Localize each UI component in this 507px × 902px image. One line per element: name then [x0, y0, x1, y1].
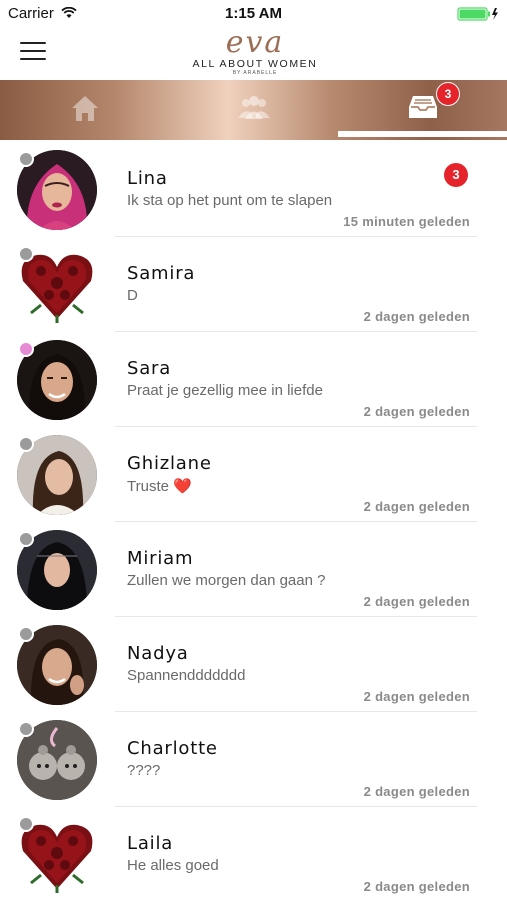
home-icon	[71, 96, 98, 121]
logo-tagline: ALL ABOUT WOMEN	[192, 58, 318, 70]
contact-name: Nadya	[127, 643, 189, 664]
contact-name: Charlotte	[127, 738, 218, 759]
last-message: ????	[127, 762, 161, 779]
app-header: eva ALL ABOUT WOMEN BY ARABELLE	[0, 28, 507, 80]
message-time: 2 dagen geleden	[363, 309, 470, 324]
contact-name: Miriam	[127, 548, 194, 569]
app-logo: eva ALL ABOUT WOMEN BY ARABELLE	[180, 28, 330, 80]
conversation-row-lina[interactable]: Lina 3 Ik sta op het punt om te slapen 1…	[0, 142, 507, 237]
active-tab-indicator	[338, 131, 507, 137]
message-time: 2 dagen geleden	[363, 594, 470, 609]
conversation-row-laila[interactable]: Laila He alles goed 2 dagen geleden	[0, 807, 507, 902]
last-message: Praat je gezellig mee in liefde	[127, 382, 323, 399]
message-time: 2 dagen geleden	[363, 404, 470, 419]
last-message: Truste ❤️	[127, 477, 192, 495]
status-indicator	[18, 246, 34, 262]
message-time: 2 dagen geleden	[363, 689, 470, 704]
last-message: Ik sta op het punt om te slapen	[127, 192, 333, 209]
last-message: He alles goed	[127, 857, 219, 874]
inbox-icon	[408, 96, 437, 118]
tab-friends[interactable]	[169, 80, 338, 140]
status-indicator	[18, 151, 34, 167]
last-message: Zullen we morgen dan gaan ?	[127, 572, 326, 589]
message-time: 15 minuten geleden	[343, 214, 470, 229]
heart-emoji-icon: ❤️	[173, 478, 192, 495]
message-time: 2 dagen geleden	[363, 879, 470, 894]
conversation-row-miriam[interactable]: Miriam Zullen we morgen dan gaan ? 2 dag…	[0, 522, 507, 617]
logo-wordmark: eva	[225, 25, 285, 60]
contact-name: Laila	[127, 833, 174, 854]
status-bar: Carrier 1:15 AM	[0, 0, 507, 28]
status-indicator	[18, 816, 34, 832]
inbox-unread-badge: 3	[436, 82, 460, 106]
contact-name: Ghizlane	[127, 453, 212, 474]
conversation-row-sara[interactable]: Sara Praat je gezellig mee in liefde 2 d…	[0, 332, 507, 427]
unread-count-badge: 3	[444, 163, 468, 187]
contact-name: Samira	[127, 263, 196, 284]
status-indicator	[18, 341, 34, 357]
status-indicator	[18, 436, 34, 452]
status-indicator	[18, 531, 34, 547]
message-time: 2 dagen geleden	[363, 499, 470, 514]
hamburger-menu-icon[interactable]	[20, 42, 46, 62]
status-time: 1:15 AM	[225, 5, 282, 22]
conversation-row-ghizlane[interactable]: Ghizlane Truste ❤️ 2 dagen geleden	[0, 427, 507, 522]
last-message: Spannenddddddd	[127, 667, 246, 684]
contact-name: Sara	[127, 358, 172, 379]
contact-name: Lina	[127, 168, 168, 189]
people-icon	[237, 96, 270, 119]
status-indicator	[18, 721, 34, 737]
conversation-list: Lina 3 Ik sta op het punt om te slapen 1…	[0, 142, 507, 902]
conversation-row-samira[interactable]: Samira D 2 dagen geleden	[0, 237, 507, 332]
message-time: 2 dagen geleden	[363, 784, 470, 799]
battery-charging-icon	[457, 7, 498, 21]
conversation-row-charlotte[interactable]: Charlotte ???? 2 dagen geleden	[0, 712, 507, 807]
status-indicator	[18, 626, 34, 642]
conversation-row-nadya[interactable]: Nadya Spannenddddddd 2 dagen geleden	[0, 617, 507, 712]
last-message-text: Truste	[127, 478, 169, 495]
last-message: D	[127, 287, 138, 304]
tab-home[interactable]	[0, 80, 169, 140]
logo-subline: BY ARABELLE	[232, 70, 278, 76]
